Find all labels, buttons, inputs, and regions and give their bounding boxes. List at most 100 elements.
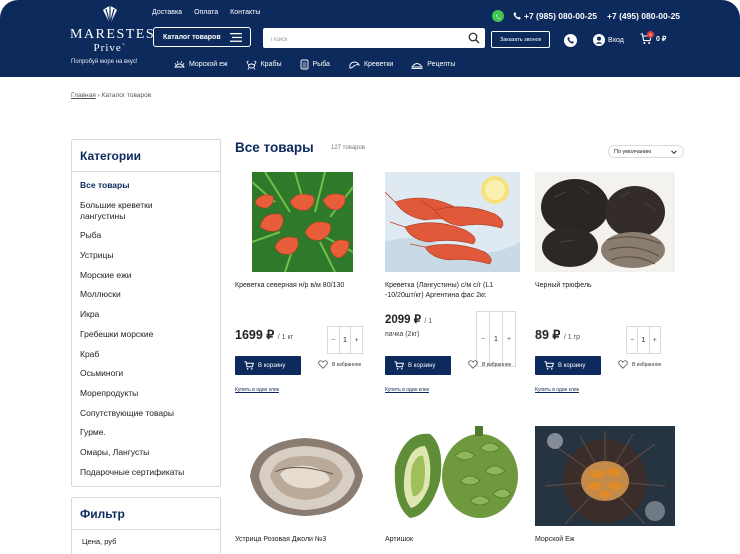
nav-link-delivery[interactable]: Доставка xyxy=(152,9,182,16)
decrease-button[interactable]: − xyxy=(328,327,339,353)
category-nav-shrimp-label: Креветки xyxy=(363,61,394,68)
product-price: 1699 ₽ / 1 кг xyxy=(235,327,293,342)
product-price: 2099 ₽ / 1 xyxy=(385,312,432,326)
page-title: Все товары xyxy=(235,140,314,155)
category-item-gift-cards[interactable]: Подарочные сертификаты xyxy=(80,467,220,478)
category-nav-fish[interactable]: Рыба xyxy=(300,59,330,70)
category-item-crab[interactable]: Краб xyxy=(80,349,220,360)
quantity-value[interactable]: 1 xyxy=(338,327,352,353)
category-nav-urchin-label: Морской еж xyxy=(189,61,228,68)
phone-2[interactable]: +7 (495) 080-00-25 xyxy=(607,11,680,21)
category-nav-recipes-label: Рецепты xyxy=(427,61,456,68)
category-item-fish[interactable]: Рыба xyxy=(80,230,220,241)
category-item-caviar[interactable]: Икра xyxy=(80,309,220,320)
filter-panel: Фильтр Цена, руб xyxy=(71,497,221,554)
category-item-lobsters[interactable]: Омары, Лангусты xyxy=(80,447,220,458)
buy-one-click-link[interactable]: Купить в один клик xyxy=(385,387,429,393)
product-name[interactable]: Устрица Розовая Джоли №3 xyxy=(235,535,375,545)
sort-select[interactable]: По умолчанию xyxy=(608,145,684,158)
product-card: Креветка северная н/р в/м 80/130 1699 ₽ … xyxy=(235,172,375,402)
logo[interactable]: MARESTES Prive` xyxy=(70,4,156,54)
phones: +7 (985) 080-00-25 +7 (495) 080-00-25 xyxy=(513,11,680,21)
crab-icon xyxy=(246,60,257,70)
shell-logo-icon xyxy=(103,6,117,25)
product-card: Устрица Розовая Джоли №3 xyxy=(235,426,375,554)
search-icon[interactable] xyxy=(468,32,480,44)
increase-button[interactable]: + xyxy=(650,327,660,353)
category-item-all[interactable]: Все товары xyxy=(80,180,220,191)
search-input[interactable] xyxy=(263,30,453,50)
product-name[interactable]: Креветка северная н/р в/м 80/130 xyxy=(235,281,375,291)
callback-button[interactable]: Заказать звонок xyxy=(491,31,550,48)
product-price-value: 1699 ₽ xyxy=(235,328,275,342)
cart-link[interactable]: 0 0 ₽ xyxy=(640,31,666,45)
filter-title: Фильтр xyxy=(72,498,220,530)
product-image-truffle[interactable] xyxy=(535,172,675,272)
filter-price-label: Цена, руб xyxy=(82,537,117,546)
site-header: MARESTES Prive` Попробуй море на вкус! Д… xyxy=(0,0,740,77)
breadcrumb-current: Каталог товаров xyxy=(101,92,152,99)
breadcrumb-home[interactable]: Главная xyxy=(71,92,96,99)
increase-button[interactable]: + xyxy=(503,312,515,366)
add-to-favorites[interactable]: В избранное xyxy=(468,360,511,369)
product-image-artichoke[interactable] xyxy=(385,426,525,526)
decrease-button[interactable]: − xyxy=(627,327,637,353)
product-name[interactable]: Креветка (Лангустины) с/м с/г (L1 -10/20… xyxy=(385,281,525,301)
category-nav-crabs[interactable]: Крабы xyxy=(246,59,282,70)
product-name[interactable]: Черный трюфель xyxy=(535,281,675,291)
add-to-favorites-label: В избранное xyxy=(632,361,662,368)
quantity-stepper: − 1 + xyxy=(327,326,363,354)
product-image-sea-urchin[interactable] xyxy=(535,426,675,526)
add-to-favorites[interactable]: В избранное xyxy=(618,360,661,369)
category-item-oysters[interactable]: Устрицы xyxy=(80,250,220,261)
category-item-octopus[interactable]: Осьминоги xyxy=(80,368,220,379)
quantity-value[interactable]: 1 xyxy=(637,327,650,353)
product-image-oyster[interactable] xyxy=(235,426,375,526)
login-link[interactable]: Вход xyxy=(593,34,624,46)
category-item-langoustines[interactable]: Большие креветки лангустины xyxy=(80,200,180,222)
product-image-langoustines[interactable] xyxy=(385,172,525,272)
menu-icon xyxy=(230,33,242,42)
buy-one-click-link[interactable]: Купить в один клик xyxy=(235,387,279,393)
nav-link-payment[interactable]: Оплата xyxy=(194,9,218,16)
category-nav: Морской еж Крабы Рыба Креветки Рецепты xyxy=(174,59,455,70)
category-item-mollusks[interactable]: Моллюски xyxy=(80,289,220,300)
add-to-cart-button[interactable]: В корзину xyxy=(535,356,601,375)
product-price-unit: / 1 кг xyxy=(277,334,294,341)
category-item-accessories[interactable]: Сопутствующие товары xyxy=(80,408,220,419)
add-to-cart-label: В корзину xyxy=(558,362,586,369)
product-count: 127 товаров xyxy=(331,145,366,151)
add-to-cart-button[interactable]: В корзину xyxy=(235,356,301,375)
product-price-unit: / 1 гр xyxy=(563,334,581,341)
category-item-gourmet[interactable]: Гурме. xyxy=(80,427,220,438)
product-name[interactable]: Артишок xyxy=(385,535,525,545)
add-to-cart-label: В корзину xyxy=(258,362,286,369)
catalog-button-label: Каталог товаров xyxy=(163,33,221,41)
phone-1[interactable]: +7 (985) 080-00-25 xyxy=(513,11,597,21)
product-price: 89 ₽ / 1 гр xyxy=(535,327,580,342)
category-nav-urchin[interactable]: Морской еж xyxy=(174,59,228,70)
quantity-stepper: − 1 + xyxy=(626,326,661,354)
product-name[interactable]: Морской Еж xyxy=(535,535,675,545)
quantity-value[interactable]: 1 xyxy=(489,312,503,366)
category-item-scallops[interactable]: Гребешки морские xyxy=(80,329,220,340)
cart-icon xyxy=(244,361,254,370)
increase-button[interactable]: + xyxy=(351,327,362,353)
category-nav-recipes[interactable]: Рецепты xyxy=(411,59,455,70)
catalog-button[interactable]: Каталог товаров xyxy=(153,27,251,47)
category-item-urchins[interactable]: Морские ежи xyxy=(80,270,220,281)
nav-link-contacts[interactable]: Контакты xyxy=(230,9,260,16)
add-to-cart-button[interactable]: В корзину xyxy=(385,356,451,375)
category-item-seafood[interactable]: Морепродукты xyxy=(80,388,220,399)
add-to-favorites[interactable]: В избранное xyxy=(318,360,361,369)
breadcrumb-separator: › xyxy=(97,92,100,99)
whatsapp-icon[interactable] xyxy=(492,10,504,22)
page: MARESTES Prive` Попробуй море на вкус! Д… xyxy=(0,0,740,554)
category-nav-shrimp[interactable]: Креветки xyxy=(348,59,393,70)
sidebar-title: Категории xyxy=(72,140,220,172)
product-image-shrimp[interactable] xyxy=(235,172,375,272)
call-icon[interactable] xyxy=(564,34,577,47)
decrease-button[interactable]: − xyxy=(477,312,489,366)
logo-title: MARESTES xyxy=(70,27,156,42)
buy-one-click-link[interactable]: Купить в один клик xyxy=(535,387,579,393)
